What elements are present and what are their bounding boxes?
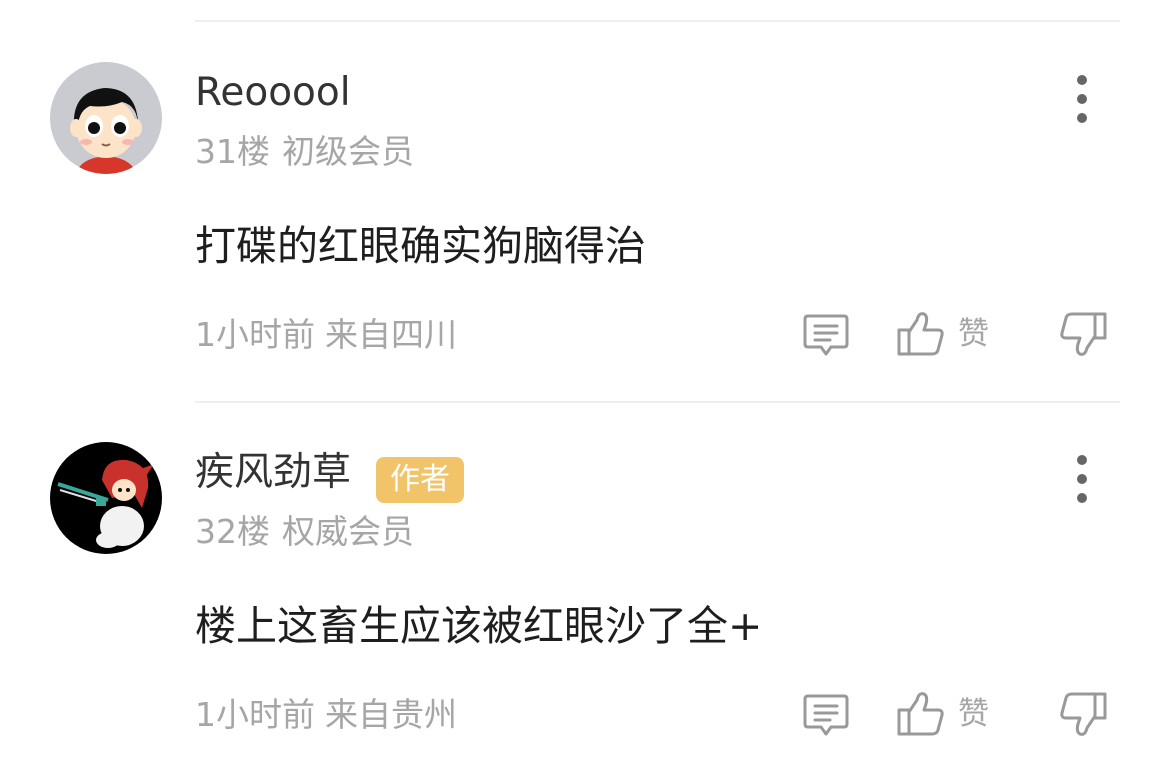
cartoon-boy-avatar-icon	[50, 62, 162, 174]
thumbs-down-icon	[1060, 692, 1107, 736]
member-level: 初级会员	[282, 132, 414, 171]
more-vertical-icon	[1077, 75, 1087, 123]
floor-number: 31楼	[195, 132, 270, 171]
username[interactable]: 疾风劲草	[195, 450, 351, 496]
author-badge: 作者	[376, 457, 464, 503]
thumbs-down-icon	[1060, 312, 1107, 356]
more-vertical-icon	[1077, 455, 1087, 503]
comment-footer-meta: 1小时前 来自贵州	[195, 695, 457, 735]
comment-item: 疾风劲草 作者 32楼 权威会员 楼上这畜生应该被红眼沙了全+ 1小时前 来自贵州 …	[0, 380, 1170, 760]
user-meta: 31楼 初级会员	[195, 132, 414, 172]
post-location: 来自贵州	[325, 695, 457, 734]
more-options-button[interactable]	[1062, 452, 1102, 508]
dislike-button[interactable]	[1058, 688, 1108, 740]
comment-icon	[803, 314, 849, 356]
member-level: 权威会员	[282, 512, 414, 551]
pixel-swordsman-avatar-icon	[50, 442, 162, 554]
post-time: 1小时前	[195, 695, 315, 734]
dislike-button[interactable]	[1058, 308, 1108, 360]
more-options-button[interactable]	[1062, 72, 1102, 128]
post-location: 来自四川	[325, 315, 457, 354]
thumbs-up-icon	[897, 692, 944, 736]
reply-button[interactable]	[802, 688, 850, 740]
avatar[interactable]	[50, 442, 162, 554]
comment-content: 楼上这畜生应该被红眼沙了全+	[195, 602, 763, 650]
like-button[interactable]: 赞	[896, 308, 1006, 360]
like-label: 赞	[958, 696, 989, 732]
post-time: 1小时前	[195, 315, 315, 354]
thumbs-up-icon	[897, 312, 944, 356]
like-button[interactable]: 赞	[896, 688, 1006, 740]
reply-button[interactable]	[802, 308, 850, 360]
comment-icon	[803, 694, 849, 736]
comment-footer-meta: 1小时前 来自四川	[195, 315, 457, 355]
user-meta: 32楼 权威会员	[195, 512, 414, 552]
comment-content: 打碟的红眼确实狗脑得治	[195, 222, 646, 270]
floor-number: 32楼	[195, 512, 270, 551]
like-label: 赞	[958, 316, 989, 352]
comment-item: Reooool 31楼 初级会员 打碟的红眼确实狗脑得治 1小时前 来自四川 赞	[0, 0, 1170, 380]
username[interactable]: Reooool	[195, 70, 351, 116]
avatar[interactable]	[50, 62, 162, 174]
